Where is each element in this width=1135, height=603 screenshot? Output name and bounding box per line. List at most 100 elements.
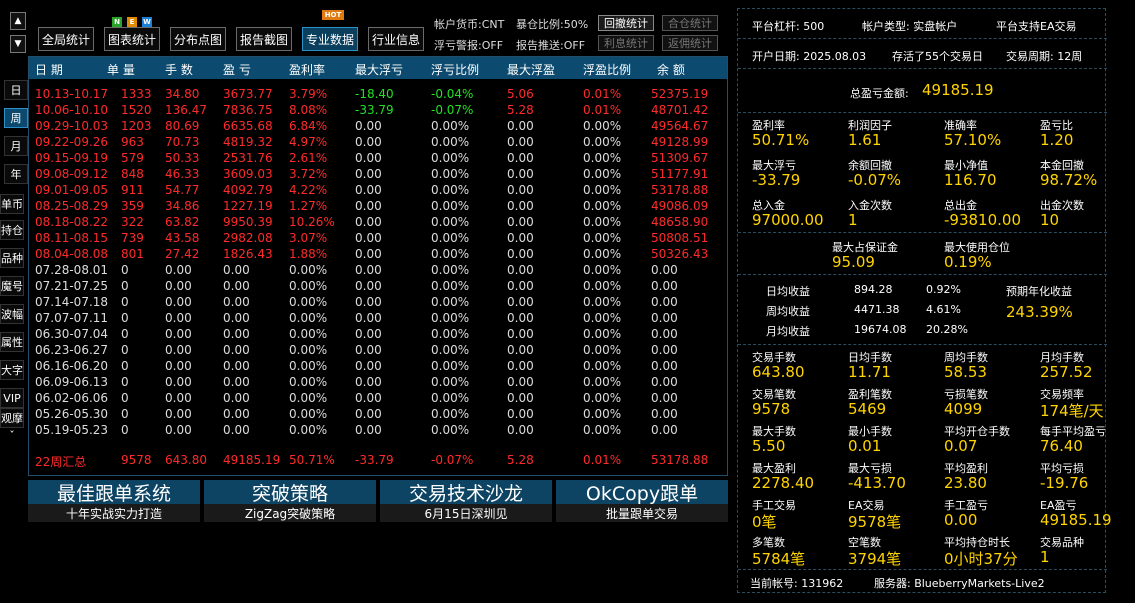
weekly-table: 日 期 单 量 手 数 盈 亏 盈利率 最大浮亏 浮亏比例 最大浮盈 浮盈比例 … [28,56,728,476]
scroll-up-icon[interactable]: ▲ [10,12,26,30]
pro-data-button[interactable]: 专业数据 [302,27,358,51]
table-row[interactable]: 07.28-08.01 0 0.00 0.00 0.00% 0.00 0.00% 0.00 0.… [29,263,727,279]
table-row[interactable]: 09.08-09.12 848 46.33 3609.03 3.72% 0.00 0.00%… [29,167,727,183]
report-push[interactable]: 报告推送:OFF [516,37,585,53]
chart-stats-button[interactable]: 图表统计 [104,27,160,51]
cell-float-loss-ratio: 0.00% [431,183,470,197]
table-row[interactable]: 06.02-06.06 0 0.00 0.00 0.00% 0.00 0.00% 0.00 0.… [29,391,727,407]
industry-info-button[interactable]: 行业信息 [368,27,424,51]
stat-value: -19.76 [1040,474,1089,492]
banner-copy-system[interactable]: 最佳跟单系统 十年实战实力打造 [28,480,200,522]
table-row[interactable]: 06.16-06.20 0 0.00 0.00 0.00% 0.00 0.00% 0.00 0.… [29,359,727,375]
col-balance: 余 额 [657,63,685,77]
table-row[interactable]: 07.14-07.18 0 0.00 0.00 0.00% 0.00 0.00% 0.00 0.… [29,295,727,311]
stat-value: 4099 [944,400,983,418]
banner-okcopy[interactable]: OkCopy跟单 批量跟单交易 [556,480,728,522]
left-nav: ▲ ▼ 日 周 月 年 单币 持仓 品种 魔号 波幅 属性 大字 VIP 观摩 … [0,0,28,603]
nav-attributes[interactable]: 属性 [0,332,24,352]
summary-balance: 53178.88 [651,453,709,467]
table-row[interactable]: 08.18-08.22 322 63.82 9950.39 10.26% 0.00 0.00… [29,215,727,231]
nav-year[interactable]: 年 [4,164,28,184]
cell-orders: 801 [121,247,144,261]
cell-pnl: 0.00 [223,375,250,389]
cell-lots: 0.00 [165,279,192,293]
cell-profit-rate: 0.00% [289,311,328,325]
cell-profit-rate: 8.08% [289,103,328,117]
cell-float-loss-ratio: -0.04% [431,87,474,101]
table-row[interactable]: 07.21-07.25 0 0.00 0.00 0.00% 0.00 0.00% 0.00 0.… [29,279,727,295]
cell-float-loss-ratio: 0.00% [431,359,470,373]
banner-breakout-strategy[interactable]: 突破策略 ZigZag突破策略 [204,480,376,522]
global-stats-button[interactable]: 全局统计 [38,27,94,51]
nav-large-font[interactable]: 大字 [0,360,24,380]
scroll-down-icon[interactable]: ▼ [10,35,26,53]
cell-lots: 46.33 [165,167,200,181]
col-float-profit-ratio: 浮盈比例 [583,63,632,77]
cell-pnl: 7836.75 [223,103,273,117]
table-row[interactable]: 06.30-07.04 0 0.00 0.00 0.00% 0.00 0.00% 0.00 0.… [29,327,727,343]
cell-orders: 848 [121,167,144,181]
table-row[interactable]: 07.07-07.11 0 0.00 0.00 0.00% 0.00 0.00% 0.00 0.… [29,311,727,327]
rebate-stats-button[interactable]: 返佣统计 [662,35,718,51]
nav-vip[interactable]: VIP [0,388,24,408]
table-row[interactable]: 10.13-10.17 1333 34.80 3673.77 3.79% -18.40 -0… [29,87,727,103]
weekly-avg-label: 周均收益 [766,305,810,318]
cell-orders: 739 [121,231,144,245]
nav-magic[interactable]: 魔号 [0,276,24,296]
banner-trading-salon[interactable]: 交易技术沙龙 6月15日深圳见 [380,480,552,522]
table-row[interactable]: 09.01-09.05 911 54.77 4092.79 4.22% 0.00 0.00%… [29,183,727,199]
table-row[interactable]: 06.23-06.27 0 0.00 0.00 0.00% 0.00 0.00% 0.00 0.… [29,343,727,359]
cell-orders: 0 [121,423,129,437]
report-screenshot-button[interactable]: 报告截图 [236,27,292,51]
table-row[interactable]: 08.04-08.08 801 27.42 1826.43 1.88% 0.00 0.00%… [29,247,727,263]
nav-single-currency[interactable]: 单币 [0,194,24,214]
annual-return-value: 243.39% [1006,303,1073,321]
interest-stats-button[interactable]: 利息统计 [598,35,654,51]
table-row[interactable]: 08.25-08.29 359 34.86 1227.19 1.27% 0.00 0.00%… [29,199,727,215]
table-row[interactable]: 09.15-09.19 579 50.33 2531.76 2.61% 0.00 0.00%… [29,151,727,167]
cell-profit-rate: 0.00% [289,327,328,341]
cell-lots: 34.80 [165,87,200,101]
account-row: 当前帐号: 131962 服务器: BlueberryMarkets-Live2 [738,569,1107,593]
stat-value: 5469 [848,400,887,418]
nav-watch[interactable]: 观摩 [0,408,24,428]
cell-date: 06.23-06.27 [35,343,109,357]
nav-positions[interactable]: 持仓 [0,220,24,240]
cell-pnl: 0.00 [223,343,250,357]
stat-value: 1.61 [848,131,882,149]
distribution-chart-button[interactable]: 分布点图 [170,27,226,51]
margin-row: 最大占保证金 95.09 最大使用仓位 0.19% [738,233,1107,275]
table-row[interactable]: 06.09-06.13 0 0.00 0.00 0.00% 0.00 0.00% 0.00 0.… [29,375,727,391]
nav-more-icon[interactable]: ˇ [0,428,24,442]
cell-max-float-loss: 0.00 [355,279,382,293]
nav-day[interactable]: 日 [4,80,28,100]
col-max-float-profit: 最大浮盈 [507,63,556,77]
cell-date: 06.02-06.06 [35,391,109,405]
merge-stats-button[interactable]: 合仓统计 [662,15,718,31]
table-row[interactable]: 09.29-10.03 1203 80.69 6635.68 6.84% 0.00 0.00… [29,119,727,135]
stat-value: 58.53 [944,363,987,381]
cell-max-float-loss: 0.00 [355,247,382,261]
table-row[interactable]: 08.11-08.15 739 43.58 2982.08 3.07% 0.00 0.00%… [29,231,727,247]
right-scrollbar[interactable] [1114,0,1128,603]
summary-row: 22周汇总 9578 643.80 49185.19 50.71% -33.79… [28,444,728,476]
table-row[interactable]: 09.22-09.26 963 70.73 4819.32 4.97% 0.00 0.00%… [29,135,727,151]
float-loss-alert[interactable]: 浮亏警报:OFF [434,37,503,53]
table-row[interactable]: 10.06-10.10 1520 136.47 7836.75 8.08% -33.79 -… [29,103,727,119]
banner-subtitle: 十年实战实力打造 [28,504,200,522]
open-date: 开户日期: 2025.08.03 [752,50,867,63]
cell-orders: 0 [121,327,129,341]
cell-orders: 0 [121,263,129,277]
table-row[interactable]: 05.26-05.30 0 0.00 0.00 0.00% 0.00 0.00% 0.00 0.… [29,407,727,423]
table-row[interactable]: 05.19-05.23 0 0.00 0.00 0.00% 0.00 0.00% 0.00 0.… [29,423,727,439]
cell-lots: 0.00 [165,391,192,405]
nav-amplitude[interactable]: 波幅 [0,304,24,324]
nav-week[interactable]: 周 [4,108,28,128]
summary-profit-rate: 50.71% [289,453,335,467]
cell-float-loss-ratio: 0.00% [431,247,470,261]
nav-symbols[interactable]: 品种 [0,248,24,268]
nav-month[interactable]: 月 [4,136,28,156]
trade-stats-grid: 交易手数 643.80 日均手数 11.71 周均手数 58.53 月均手数 257.52 交易… [738,345,1112,569]
drawdown-stats-button[interactable]: 回撤统计 [598,15,654,31]
cell-pnl: 0.00 [223,295,250,309]
